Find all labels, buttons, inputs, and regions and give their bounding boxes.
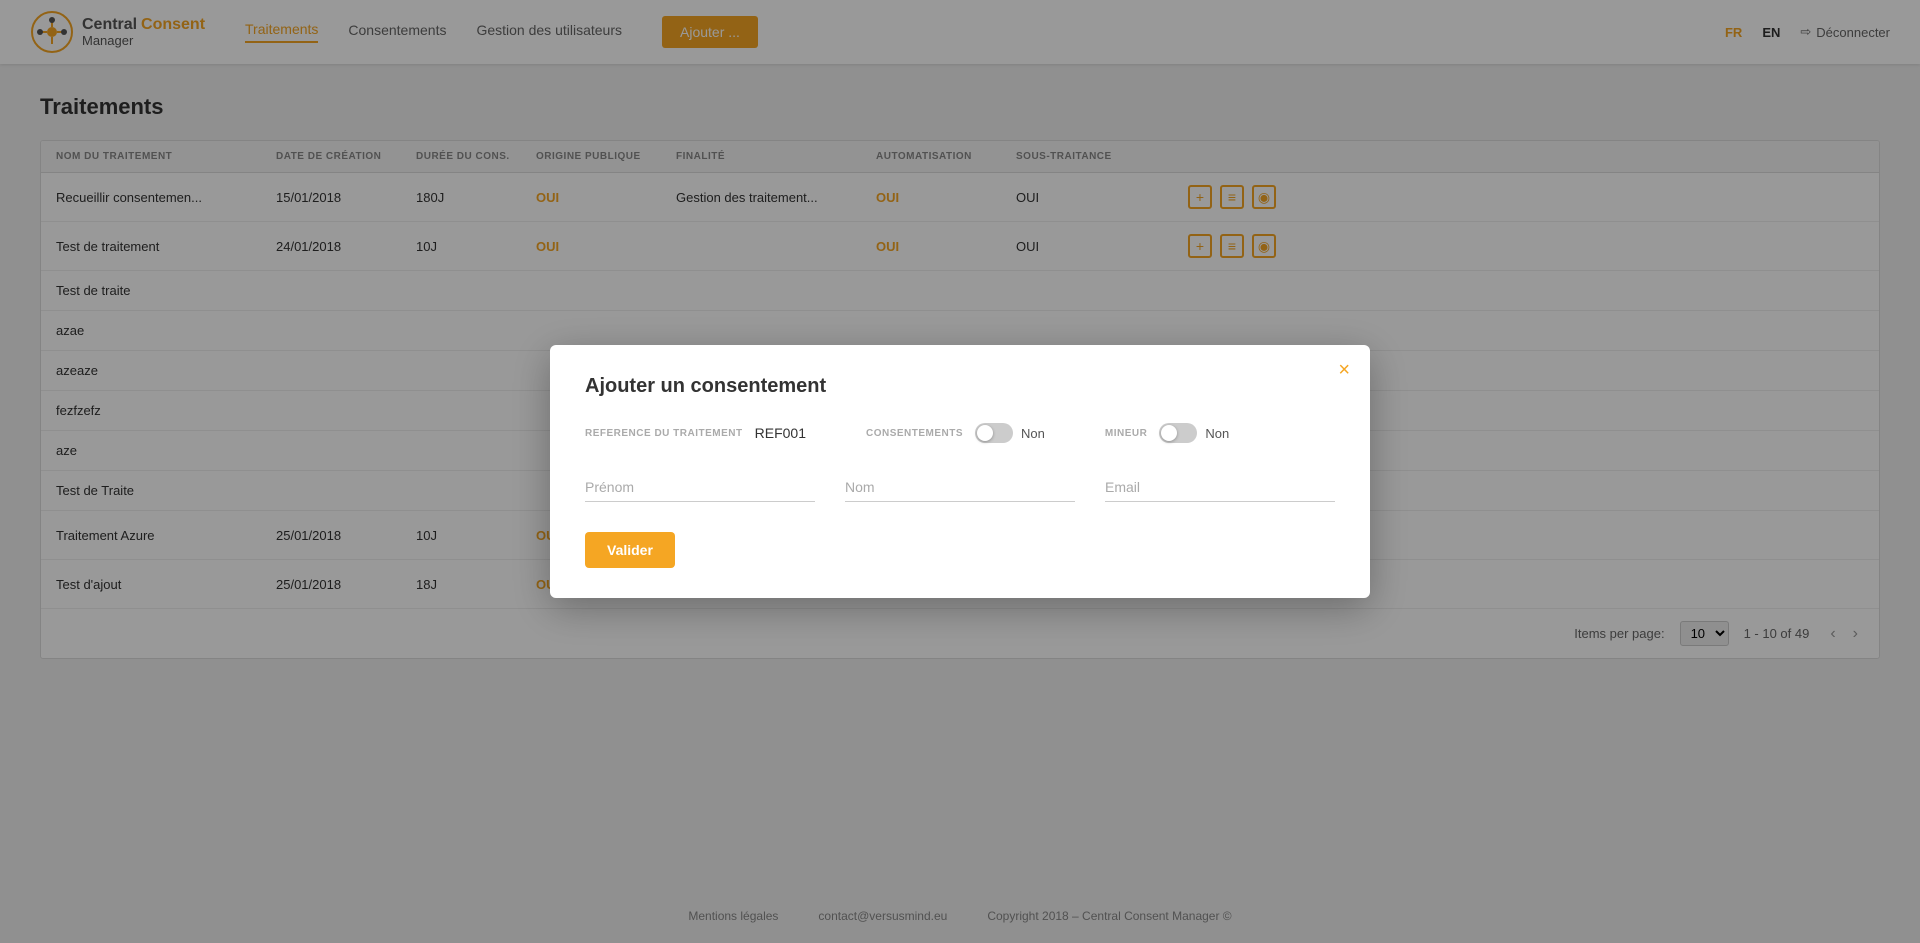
- consentements-label: CONSENTEMENTS: [866, 428, 963, 439]
- email-input[interactable]: [1105, 473, 1335, 502]
- modal-ref-row: REFERENCE DU TRAITEMENT REF001 CONSENTEM…: [585, 423, 1335, 443]
- consentements-section: CONSENTEMENTS Non: [866, 423, 1045, 443]
- ref-value: REF001: [755, 425, 806, 441]
- ref-section: REFERENCE DU TRAITEMENT REF001: [585, 425, 806, 441]
- ref-label: REFERENCE DU TRAITEMENT: [585, 428, 743, 439]
- email-field: [1105, 473, 1335, 502]
- valider-button[interactable]: Valider: [585, 532, 675, 568]
- add-consent-modal: × Ajouter un consentement REFERENCE DU T…: [550, 345, 1370, 598]
- modal-title: Ajouter un consentement: [585, 375, 1335, 398]
- modal-fields-row: [585, 473, 1335, 502]
- consentements-toggle[interactable]: [975, 423, 1013, 443]
- mineur-label: MINEUR: [1105, 428, 1147, 439]
- consentements-toggle-group: Non: [975, 423, 1045, 443]
- mineur-toggle-label: Non: [1205, 426, 1229, 441]
- consentements-toggle-label: Non: [1021, 426, 1045, 441]
- prenom-field: [585, 473, 815, 502]
- modal-close-button[interactable]: ×: [1338, 360, 1350, 380]
- prenom-input[interactable]: [585, 473, 815, 502]
- mineur-toggle-group: Non: [1159, 423, 1229, 443]
- nom-input[interactable]: [845, 473, 1075, 502]
- nom-field: [845, 473, 1075, 502]
- mineur-section: MINEUR Non: [1105, 423, 1229, 443]
- modal-overlay: × Ajouter un consentement REFERENCE DU T…: [0, 0, 1920, 943]
- mineur-toggle[interactable]: [1159, 423, 1197, 443]
